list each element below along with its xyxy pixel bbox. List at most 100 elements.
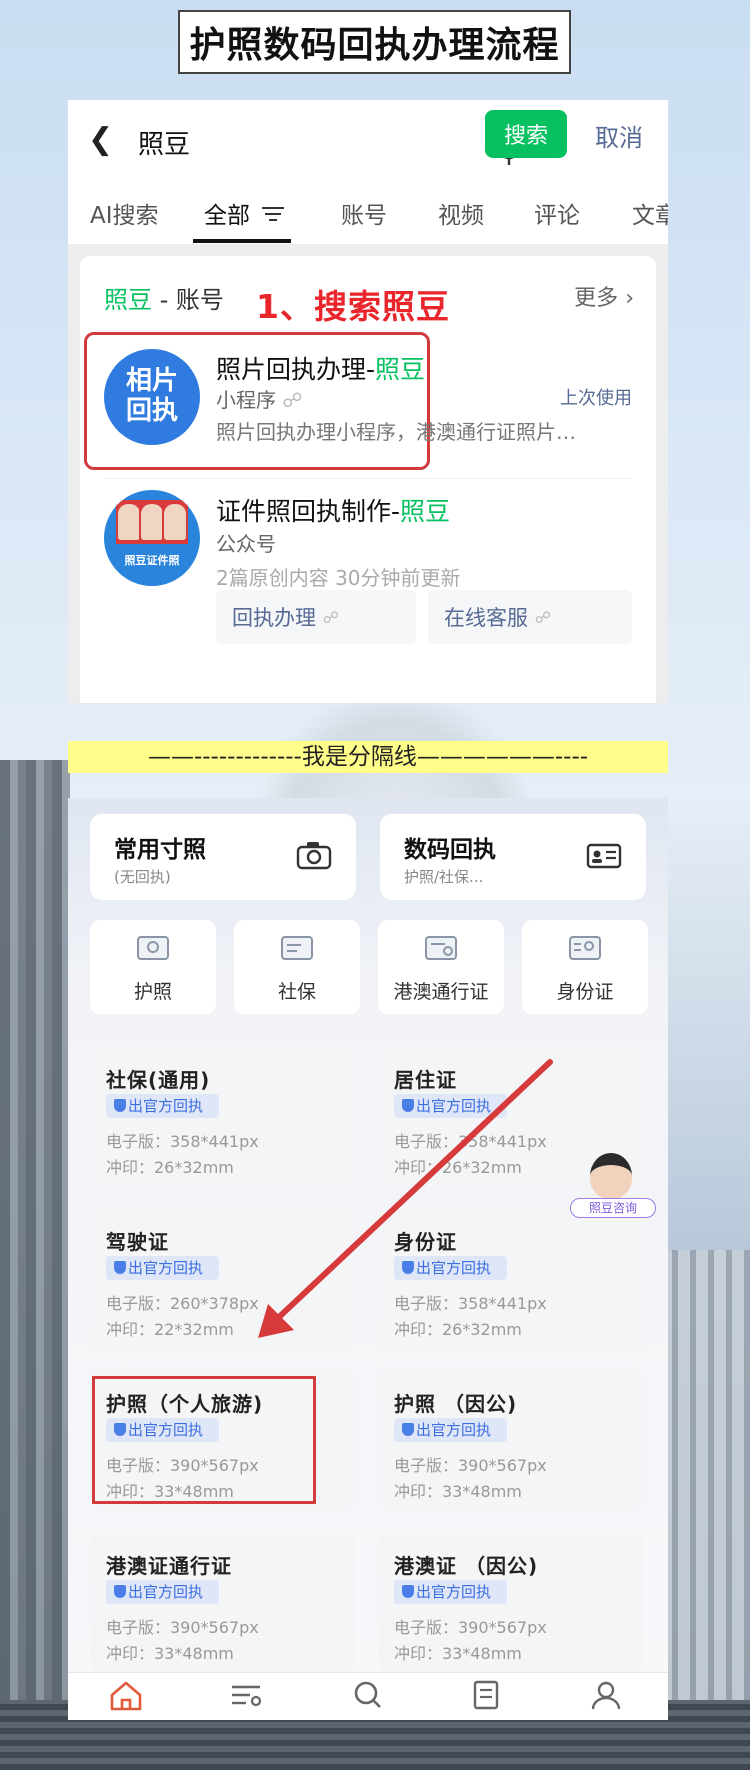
back-arrow-icon[interactable]: ❮ <box>88 124 113 156</box>
last-used-label: 上次使用 <box>560 388 632 409</box>
search-tabs: AI搜索 全部 账号 视频 评论 文章 <box>68 180 668 244</box>
result-description: 2篇原创内容 30分钟前更新 <box>216 566 461 590</box>
result-title-mini-program[interactable]: 照片回执办理-照豆 <box>216 350 425 386</box>
child-photo <box>164 504 186 540</box>
tab-articles[interactable]: 文章 <box>632 196 668 230</box>
official-receipt-badge: 出官方回执 <box>106 1256 220 1280</box>
tab-ai-search[interactable]: AI搜索 <box>90 196 159 230</box>
shield-icon <box>402 1423 414 1436</box>
more-label: 更多 <box>574 286 619 311</box>
child-photo <box>118 504 140 540</box>
mini-program-screenshot: 常用寸照 (无回执) 数码回执 护照/社保... 护照 社保 港澳通行证 身份证 <box>68 798 668 1720</box>
badge-label: 出官方回执 <box>128 1259 204 1277</box>
badge-label: 出官方回执 <box>416 1583 492 1601</box>
result-type: 公众号 <box>216 532 276 556</box>
passport-highlight-box <box>92 1376 316 1504</box>
result-title-official-account[interactable]: 证件照回执制作-照豆 <box>216 492 450 528</box>
doc-type-label: 港澳通行证 <box>393 981 489 1003</box>
spec-name: 港澳证通行证 <box>106 1554 232 1578</box>
shield-icon <box>402 1261 414 1274</box>
badge-label: 出官方回执 <box>416 1421 492 1439</box>
result-title-prefix: 照片回执办理- <box>216 355 376 384</box>
nav-profile[interactable] <box>576 1679 636 1720</box>
nav-list[interactable] <box>216 1679 276 1720</box>
spec-name: 身份证 <box>394 1230 457 1254</box>
spec-card-hk-macau-official[interactable]: 港澳证 （因公) 出官方回执 电子版：390*567px 冲印：33*48mm <box>378 1532 644 1672</box>
separator-banner: ——-------------我是分隔线——————---- <box>68 741 668 773</box>
link-icon: ☍ <box>322 607 339 627</box>
spec-card-hk-macau-permit[interactable]: 港澳证通行证 出官方回执 电子版：390*567px 冲印：33*48mm <box>90 1532 356 1672</box>
spec-digital-size: 电子版：358*441px <box>394 1132 547 1151</box>
badge-label: 出官方回执 <box>128 1097 204 1115</box>
spec-card-social-security[interactable]: 社保(通用) 出官方回执 电子版：358*441px 冲印：26*32mm <box>90 1046 356 1186</box>
result-title-brand: 照豆 <box>375 355 426 384</box>
doc-type-hk-macau-permit[interactable]: 港澳通行证 <box>378 920 504 1014</box>
background-building-right <box>660 1250 750 1770</box>
shield-icon <box>114 1585 126 1598</box>
standard-photo-card[interactable]: 常用寸照 (无回执) <box>90 814 356 900</box>
nav-home[interactable] <box>96 1679 156 1720</box>
section-heading: 照豆 - 账号 <box>104 280 224 315</box>
result-type-label: 小程序 <box>216 388 276 412</box>
list-icon <box>232 1685 262 1707</box>
shield-icon <box>402 1585 414 1598</box>
chevron-right-icon: › <box>625 286 634 311</box>
nav-documents[interactable] <box>456 1679 516 1720</box>
consult-label: 照豆咨询 <box>570 1198 656 1218</box>
agent-avatar <box>590 1153 632 1199</box>
nav-search[interactable] <box>338 1679 398 1720</box>
search-screenshot: ❮ 照豆 搜索 取消 AI搜索 全部 账号 视频 评论 文章 照豆 - 账号 1… <box>68 100 668 703</box>
spec-card-driving-license[interactable]: 驾驶证 出官方回执 电子版：260*378px 冲印：22*32mm <box>90 1208 356 1348</box>
doc-type-label: 社保 <box>277 981 316 1003</box>
spec-digital-size: 电子版：390*567px <box>394 1456 547 1475</box>
spec-name: 居住证 <box>394 1068 457 1092</box>
receipt-service-label: 回执办理 <box>232 606 316 630</box>
official-receipt-badge: 出官方回执 <box>394 1256 508 1280</box>
official-account-avatar[interactable]: 照豆证件照 <box>104 490 200 586</box>
result-title-brand: 照豆 <box>400 497 451 526</box>
spec-digital-size: 电子版：390*567px <box>106 1618 259 1637</box>
doc-type-id-card[interactable]: 身份证 <box>522 920 648 1014</box>
search-query: 照豆 <box>138 130 191 160</box>
receipt-service-button[interactable]: 回执办理 ☍ <box>216 590 416 644</box>
digital-receipt-card[interactable]: 数码回执 护照/社保... <box>380 814 646 900</box>
consult-widget[interactable]: 照豆咨询 <box>570 1153 656 1219</box>
id-icon <box>569 936 601 960</box>
shield-icon <box>114 1261 126 1274</box>
link-icon: ☍ <box>282 388 303 412</box>
spec-name: 驾驶证 <box>106 1230 169 1254</box>
tab-all[interactable]: 全部 <box>204 196 250 230</box>
card-subtitle: (无回执) <box>114 868 171 886</box>
id-card-icon <box>586 843 622 869</box>
spec-digital-size: 电子版：390*567px <box>394 1618 547 1637</box>
filter-icon[interactable] <box>262 206 284 222</box>
doc-type-social-security[interactable]: 社保 <box>234 920 360 1014</box>
search-input[interactable]: 照豆 <box>128 114 520 165</box>
spec-card-id-card[interactable]: 身份证 出官方回执 电子版：358*441px 冲印：26*32mm <box>378 1208 644 1348</box>
badge-label: 出官方回执 <box>416 1259 492 1277</box>
spec-name: 护照 （因公) <box>394 1392 518 1416</box>
shield-icon <box>402 1099 414 1112</box>
card-title: 常用寸照 <box>114 837 206 863</box>
avatar-text-line-2: 回执 <box>125 396 178 426</box>
social-security-icon <box>281 936 313 960</box>
result-title-prefix: 证件照回执制作- <box>216 497 401 526</box>
spec-print-size: 冲印：26*32mm <box>394 1320 522 1339</box>
tab-accounts[interactable]: 账号 <box>341 196 387 230</box>
mini-program-avatar[interactable]: 相片 回执 <box>104 349 200 445</box>
step-1-annotation: 1、搜索照豆 <box>256 287 450 326</box>
shield-icon <box>114 1099 126 1112</box>
more-link[interactable]: 更多 › <box>574 280 634 312</box>
badge-label: 出官方回执 <box>128 1583 204 1601</box>
doc-type-passport[interactable]: 护照 <box>90 920 216 1014</box>
spec-print-size: 冲印：26*32mm <box>106 1158 234 1177</box>
background-building-left <box>0 760 70 1770</box>
spec-card-passport-official[interactable]: 护照 （因公) 出官方回执 电子版：390*567px 冲印：33*48mm <box>378 1370 644 1510</box>
online-support-button[interactable]: 在线客服 ☍ <box>428 590 632 644</box>
spec-digital-size: 电子版：358*441px <box>106 1132 259 1151</box>
tab-comments[interactable]: 评论 <box>534 196 580 230</box>
passport-icon <box>137 936 169 960</box>
tab-videos[interactable]: 视频 <box>438 196 484 230</box>
cancel-button[interactable]: 取消 <box>595 118 643 153</box>
search-button[interactable]: 搜索 <box>485 110 567 158</box>
